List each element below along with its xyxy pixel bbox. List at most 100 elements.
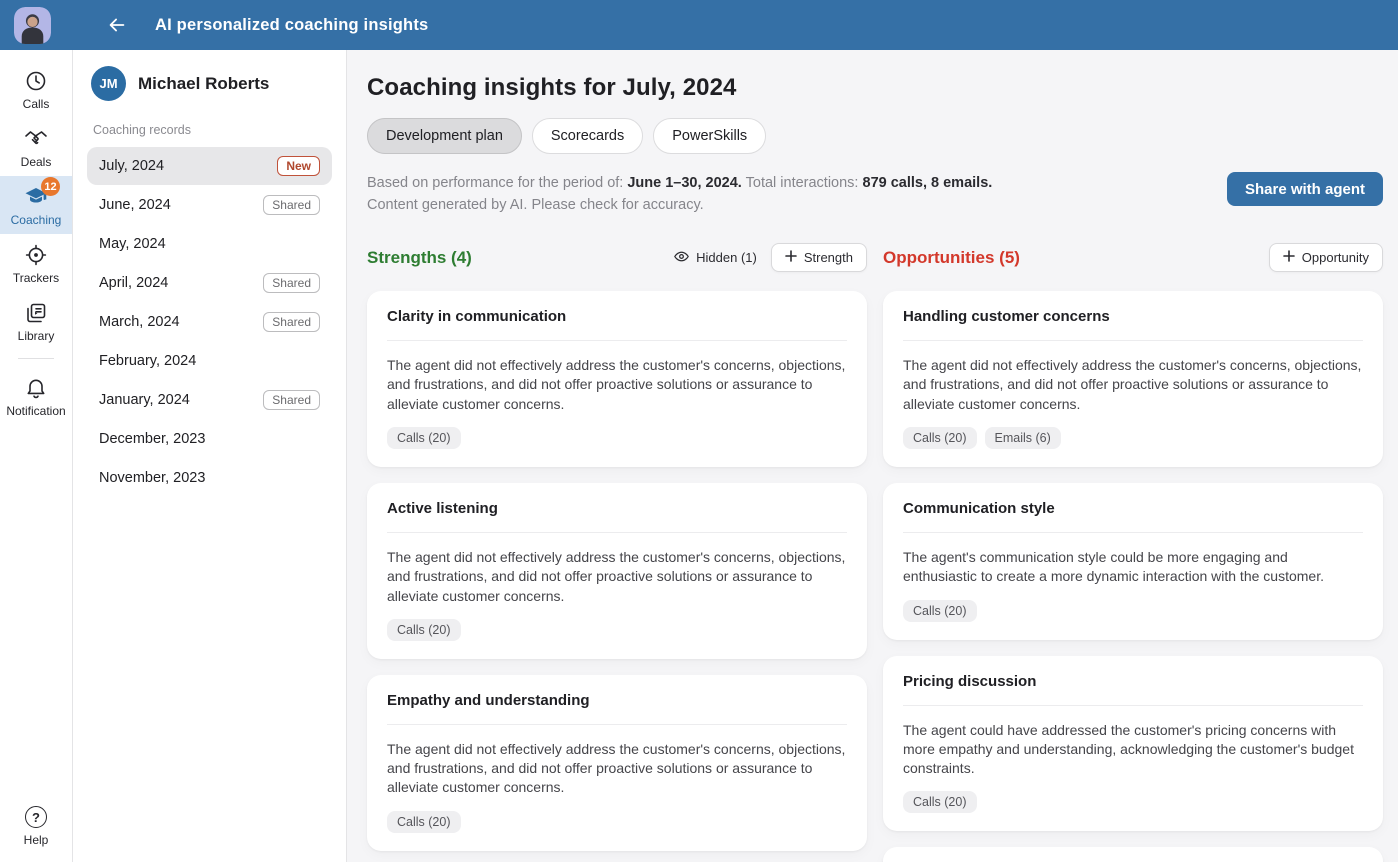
sidebar-item-label: Library: [18, 329, 55, 343]
source-tag[interactable]: Calls (20): [387, 811, 461, 833]
card-tags: Calls (20): [387, 811, 847, 833]
rail-divider: [18, 358, 54, 359]
sidebar-item-label: Calls: [23, 97, 50, 111]
record-label: November, 2023: [99, 470, 205, 486]
record-december-2023[interactable]: December, 2023: [87, 420, 332, 458]
card-title: Clarity in communication: [387, 308, 847, 341]
card-body: The agent's communication style could be…: [903, 548, 1363, 587]
record-label: March, 2024: [99, 314, 180, 330]
page-header-title: AI personalized coaching insights: [155, 16, 428, 35]
record-july-2024[interactable]: July, 2024 New: [87, 147, 332, 185]
record-june-2024[interactable]: June, 2024Shared: [87, 186, 332, 224]
back-arrow-icon[interactable]: [103, 11, 131, 39]
card-body: The agent could have addressed the custo…: [903, 721, 1363, 779]
plus-icon: [785, 250, 797, 265]
tab-scorecards[interactable]: Scorecards: [532, 118, 643, 154]
add-opportunity-button[interactable]: Opportunity: [1269, 243, 1383, 272]
eye-icon: [673, 248, 690, 268]
sidebar-item-deals[interactable]: Deals: [0, 118, 72, 176]
record-label: December, 2023: [99, 431, 205, 447]
tab-development-plan[interactable]: Development plan: [367, 118, 522, 154]
card-tags: Calls (20) Emails (6): [903, 427, 1363, 449]
coaching-count-badge: 12: [41, 177, 60, 196]
sidebar-item-calls[interactable]: Calls: [0, 60, 72, 118]
record-label: January, 2024: [99, 392, 190, 408]
card-body: The agent did not effectively address th…: [387, 548, 847, 606]
sidebar-item-trackers[interactable]: Trackers: [0, 234, 72, 292]
shared-badge: Shared: [263, 312, 320, 332]
bell-icon: [23, 375, 49, 401]
source-tag[interactable]: Emails (6): [985, 427, 1061, 449]
record-label: April, 2024: [99, 275, 168, 291]
ai-disclaimer: Content generated by AI. Please check fo…: [367, 197, 704, 213]
record-label: February, 2024: [99, 353, 196, 369]
source-tag[interactable]: Calls (20): [387, 427, 461, 449]
opportunitie-card[interactable]: Pricing discussion: [883, 847, 1383, 862]
question-icon: ?: [23, 804, 49, 830]
opportunities-header: Opportunities (5): [883, 248, 1020, 268]
card-tags: Calls (20): [903, 600, 1363, 622]
record-november-2023[interactable]: November, 2023: [87, 459, 332, 497]
hidden-items-button[interactable]: Hidden (1): [673, 248, 757, 268]
user-row: JM Michael Roberts: [87, 64, 332, 101]
card-tags: Calls (20): [903, 791, 1363, 813]
period-value: June 1–30, 2024.: [627, 175, 741, 191]
opportunitie-card[interactable]: Handling customer concerns The agent did …: [883, 291, 1383, 467]
sidebar-item-label: Deals: [21, 155, 52, 169]
sidebar-item-label: Notification: [6, 404, 65, 418]
shared-badge: Shared: [263, 273, 320, 293]
new-badge: New: [277, 156, 320, 176]
sidebar-item-help[interactable]: ? Help: [0, 796, 72, 854]
shared-badge: Shared: [263, 390, 320, 410]
card-body: The agent did not effectively address th…: [387, 356, 847, 414]
source-tag[interactable]: Calls (20): [903, 427, 977, 449]
strength-card[interactable]: Clarity in communication The agent did no…: [367, 291, 867, 467]
card-tags: Calls (20): [387, 427, 847, 449]
record-march-2024[interactable]: March, 2024 Shared: [87, 303, 332, 341]
sidebar-item-coaching[interactable]: 12 Coaching: [0, 176, 72, 234]
card-title: Pricing discussion: [903, 673, 1363, 706]
record-january-2024[interactable]: January, 2024 Shared: [87, 381, 332, 419]
tab-powerskills[interactable]: PowerSkills: [653, 118, 766, 154]
source-tag[interactable]: Calls (20): [903, 600, 977, 622]
sidebar-item-notification[interactable]: Notification: [0, 367, 72, 425]
clock-icon: [23, 68, 49, 94]
sidebar-item-label: Coaching: [11, 213, 62, 227]
nav-rail: Calls Deals 12 Coaching Trackers Library Notif…: [0, 50, 73, 862]
card-title: Communication style: [903, 500, 1363, 533]
source-tag[interactable]: Calls (20): [387, 619, 461, 641]
record-label: July, 2024: [99, 158, 164, 174]
strength-card[interactable]: Active listening The agent did not effect…: [367, 483, 867, 659]
tab-bar: Development plan Scorecards PowerSkills: [367, 118, 1383, 154]
user-name: Michael Roberts: [138, 74, 269, 94]
card-title: Handling customer concerns: [903, 308, 1363, 341]
target-icon: [23, 242, 49, 268]
card-title: Active listening: [387, 500, 847, 533]
records-sidebar: JM Michael Roberts Coaching records July…: [73, 50, 347, 862]
plus-icon: [1283, 250, 1295, 265]
opportunitie-card[interactable]: Communication style The agent's communica…: [883, 483, 1383, 640]
interactions-value: 879 calls, 8 emails.: [863, 175, 993, 191]
section-label: Coaching records: [93, 123, 326, 137]
sidebar-item-library[interactable]: Library: [0, 292, 72, 350]
add-strength-button[interactable]: Strength: [771, 243, 867, 272]
opportunitie-card[interactable]: Pricing discussion The agent could have a…: [883, 656, 1383, 832]
record-february-2024[interactable]: February, 2024: [87, 342, 332, 380]
main-content: Coaching insights for July, 2024 Develop…: [347, 50, 1398, 862]
graduation-cap-icon: 12: [23, 184, 49, 210]
share-with-agent-button[interactable]: Share with agent: [1227, 172, 1383, 206]
strengths-header: Strengths (4): [367, 248, 472, 268]
record-april-2024[interactable]: April, 2024 Shared: [87, 264, 332, 302]
source-tag[interactable]: Calls (20): [903, 791, 977, 813]
handshake-icon: [23, 126, 49, 152]
record-may-2024[interactable]: May, 2024: [87, 225, 332, 263]
record-label: May, 2024: [99, 236, 166, 252]
card-body: The agent did not effectively address th…: [903, 356, 1363, 414]
topbar: AI personalized coaching insights: [0, 0, 1398, 50]
strengths-column: Strengths (4) Hidden (1) Strength: [367, 243, 867, 862]
user-photo-avatar[interactable]: [14, 7, 51, 44]
record-list: July, 2024 New June, 2024Shared May, 2024 Ap…: [87, 147, 332, 497]
strength-card[interactable]: Empathy and understandingThe agent did n…: [367, 675, 867, 851]
page-title: Coaching insights for July, 2024: [367, 74, 1383, 102]
period-summary: Based on performance for the period of: …: [367, 172, 992, 217]
